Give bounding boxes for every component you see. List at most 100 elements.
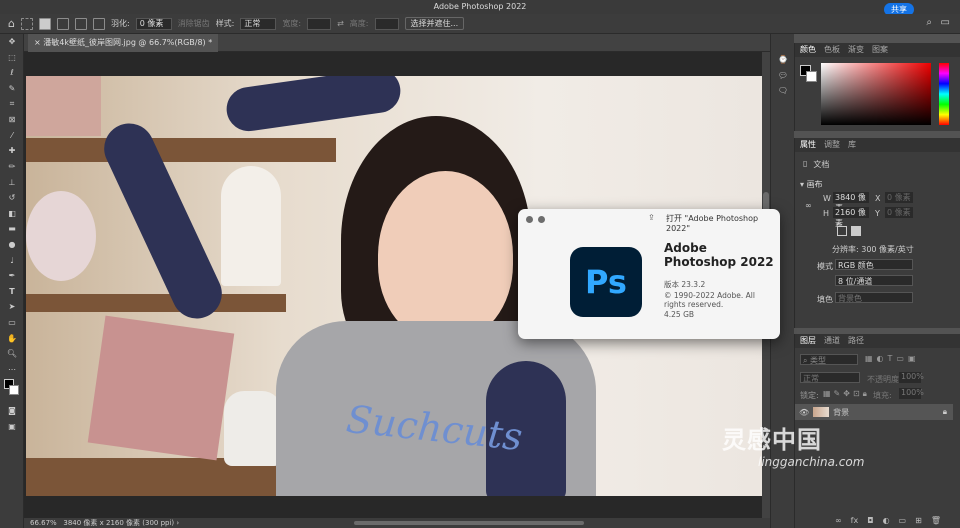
about-dialog[interactable]: ⇪ 打开 "Adobe Photoshop 2022" Ps Adobe Pho… <box>518 209 780 339</box>
fill-opacity-input[interactable]: 100% <box>899 388 924 399</box>
clone-stamp-tool-icon[interactable]: ⊥ <box>0 174 24 190</box>
tab-adjustments[interactable]: 调整 <box>824 138 840 152</box>
dialog-window-controls <box>526 216 545 223</box>
eyedropper-tool-icon[interactable]: ⁄ <box>0 128 24 144</box>
landscape-orientation-icon[interactable] <box>851 226 861 236</box>
search-icon[interactable]: ⌕ <box>926 17 932 28</box>
dialog-minimize-button[interactable] <box>538 216 545 223</box>
status-arrow-icon[interactable]: › <box>176 519 179 527</box>
layer-filter-select[interactable]: ⌕ 类型 <box>800 354 858 365</box>
path-select-tool-icon[interactable]: ➤ <box>0 299 24 315</box>
hue-slider[interactable] <box>939 63 949 125</box>
blend-mode-select[interactable]: 正常 <box>800 372 860 383</box>
layer-row[interactable]: 👁︎ 背景 🔒︎ <box>795 404 953 420</box>
close-icon[interactable]: × <box>34 38 43 47</box>
color-field[interactable] <box>821 63 931 125</box>
quick-select-tool-icon[interactable]: ✎ <box>0 81 24 97</box>
tab-layers[interactable]: 图层 <box>800 334 816 348</box>
marquee-preset-icon[interactable] <box>20 17 33 30</box>
delete-layer-icon[interactable]: 🗑︎ <box>931 516 941 525</box>
history-brush-tool-icon[interactable]: ↺ <box>0 190 24 206</box>
foreground-background-swatch[interactable] <box>800 65 818 83</box>
visibility-eye-icon[interactable]: 👁︎ <box>799 408 809 417</box>
lock-icons[interactable]: ▦✎✥⊡🔒︎ <box>823 389 870 399</box>
adjustment-layer-icon[interactable]: ◐ <box>883 516 890 525</box>
shelf-middle <box>26 294 286 312</box>
link-icon[interactable]: ∞ <box>805 201 812 210</box>
more-tools-icon[interactable]: ⋯ <box>0 361 24 377</box>
rectangle-tool-icon[interactable]: ▭ <box>0 315 24 331</box>
raised-forearm <box>223 76 404 134</box>
width-field[interactable]: 3840 像素 <box>833 192 869 213</box>
hand-tool-icon[interactable]: ✋ <box>0 330 24 346</box>
layer-filter-icons[interactable]: ▦◐T▭▣ <box>865 354 920 363</box>
feather-input[interactable]: 0 像素 <box>135 17 172 30</box>
swap-icon[interactable]: ⇄ <box>337 19 344 28</box>
style-select[interactable]: 正常 <box>240 17 277 30</box>
home-icon[interactable]: ⌂ <box>8 17 15 30</box>
quick-mask-icon[interactable]: ◙ <box>0 403 24 419</box>
marquee-tool-icon[interactable]: ⬚ <box>0 50 24 66</box>
y-field[interactable]: 0 像素 <box>885 207 913 218</box>
dodge-tool-icon[interactable]: ♩ <box>0 252 24 268</box>
layer-mask-icon[interactable]: ◘ <box>867 516 873 525</box>
properties-panel: 属性 调整 库 ▯ 文档 ▾ 画布 ∞ W 3840 像素 X 0 像素 H 2… <box>794 138 960 328</box>
move-tool-icon[interactable]: ✥ <box>0 34 24 50</box>
add-selection-icon[interactable] <box>56 17 69 30</box>
healing-brush-tool-icon[interactable]: ✚ <box>0 143 24 159</box>
eraser-tool-icon[interactable]: ◧ <box>0 206 24 222</box>
new-selection-icon[interactable] <box>38 17 51 30</box>
intersect-selection-icon[interactable] <box>92 17 105 30</box>
antialias-checkbox[interactable]: 消除锯齿 <box>178 18 210 29</box>
comments-icon[interactable]: 💬︎ <box>771 68 795 84</box>
tab-channels[interactable]: 通道 <box>824 334 840 348</box>
height-field[interactable]: 2160 像素 <box>833 207 869 228</box>
tab-patterns[interactable]: 图案 <box>872 43 888 57</box>
zoom-tool-icon[interactable]: 🔍︎ <box>0 346 24 362</box>
opacity-input[interactable]: 100% <box>899 372 924 383</box>
tab-gradients[interactable]: 渐变 <box>848 43 864 57</box>
x-field[interactable]: 0 像素 <box>885 192 913 203</box>
lasso-tool-icon[interactable]: ℓ <box>0 65 24 81</box>
history-icon[interactable]: ⌚ <box>771 52 795 68</box>
canvas-section-header[interactable]: ▾ 画布 <box>800 179 823 190</box>
frame-tool-icon[interactable]: ⊠ <box>0 112 24 128</box>
tab-paths[interactable]: 路径 <box>848 334 864 348</box>
link-layers-icon[interactable]: ∞ <box>835 516 842 525</box>
blur-tool-icon[interactable]: ● <box>0 237 24 253</box>
mode-select[interactable]: RGB 颜色 <box>835 259 913 270</box>
bit-depth-select[interactable]: 8 位/通道 <box>835 275 913 286</box>
tab-properties[interactable]: 属性 <box>800 138 816 152</box>
brush-tool-icon[interactable]: ✏ <box>0 159 24 175</box>
screen-mode-icon[interactable]: ▣ <box>0 419 24 435</box>
document-icon: ▯ <box>803 159 808 168</box>
tab-libraries[interactable]: 库 <box>848 138 856 152</box>
info-icon[interactable]: 🗨︎ <box>771 83 795 99</box>
tab-swatches[interactable]: 色板 <box>824 43 840 57</box>
group-icon[interactable]: ▭ <box>899 516 907 525</box>
portrait-orientation-icon[interactable] <box>837 226 847 236</box>
canvas-section-label: 画布 <box>806 180 823 189</box>
crop-tool-icon[interactable]: ⌗ <box>0 96 24 112</box>
fill-label: 填色 <box>817 295 833 304</box>
horizontal-scroll-thumb[interactable] <box>354 521 584 525</box>
gradient-tool-icon[interactable]: ▬ <box>0 221 24 237</box>
new-layer-icon[interactable]: ⊞ <box>915 516 922 525</box>
color-swatches-icon[interactable] <box>0 377 24 403</box>
color-panel-tabs: 颜色 色板 渐变 图案 <box>795 43 960 57</box>
tab-color[interactable]: 颜色 <box>800 43 816 57</box>
layer-style-icon[interactable]: fx <box>851 516 859 525</box>
document-tab[interactable]: × 潘敏4k壁纸_彼岸图网.jpg @ 66.7%(RGB/8) * <box>28 34 219 52</box>
fill-select[interactable]: 背景色 <box>835 292 913 303</box>
pen-tool-icon[interactable]: ✒ <box>0 268 24 284</box>
version-text: 版本 23.3.2 <box>664 280 706 289</box>
height-input[interactable] <box>374 17 399 30</box>
share-icon[interactable]: ⇪ <box>648 213 655 222</box>
zoom-level[interactable]: 66.67% <box>30 519 57 527</box>
select-and-mask-button[interactable]: 选择并遮住... <box>404 17 465 30</box>
type-tool-icon[interactable]: T <box>0 284 24 300</box>
workspace-icon[interactable]: ▭ <box>941 17 950 28</box>
subtract-selection-icon[interactable] <box>74 17 87 30</box>
width-input[interactable] <box>307 17 332 30</box>
dialog-close-button[interactable] <box>526 216 533 223</box>
